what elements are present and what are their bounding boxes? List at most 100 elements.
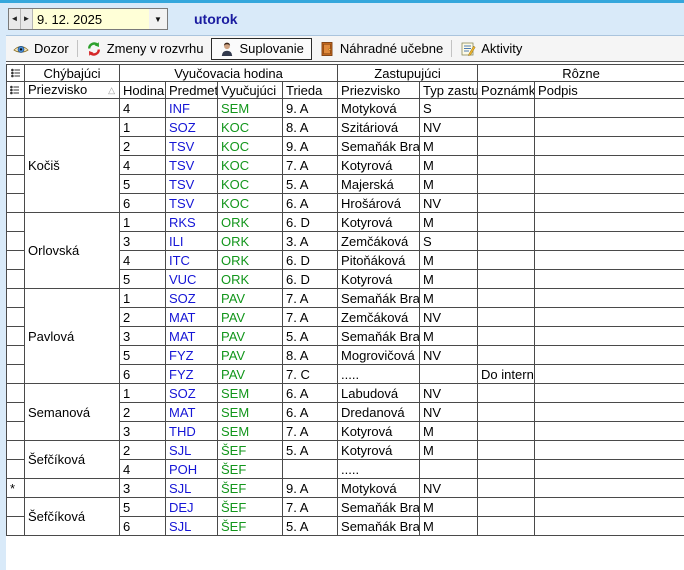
lesson-hour-cell[interactable]: 2 [120, 137, 166, 156]
column-header-poznmka[interactable]: Poznámka [478, 82, 535, 99]
note-cell[interactable] [478, 517, 535, 536]
teacher-code-cell[interactable]: SEM [218, 403, 283, 422]
subject-cell[interactable]: TSV [166, 194, 218, 213]
lesson-hour-cell[interactable]: 4 [120, 460, 166, 479]
signature-cell[interactable] [535, 498, 684, 517]
signature-cell[interactable] [535, 213, 684, 232]
note-cell[interactable] [478, 403, 535, 422]
subject-cell[interactable]: DEJ [166, 498, 218, 517]
lesson-hour-cell[interactable]: 1 [120, 213, 166, 232]
substitution-type-cell[interactable]: M [420, 137, 478, 156]
class-cell[interactable]: 7. A [283, 498, 338, 517]
absent-teacher-cell[interactable] [25, 479, 120, 498]
tab-zmeny-v-rozvrhu[interactable]: Zmeny v rozvrhu [79, 39, 211, 59]
subject-cell[interactable]: SJL [166, 479, 218, 498]
substitution-type-cell[interactable]: M [420, 175, 478, 194]
substitute-cell[interactable]: Semaňák Brar [338, 289, 420, 308]
class-cell[interactable]: 5. A [283, 441, 338, 460]
signature-cell[interactable] [535, 327, 684, 346]
signature-cell[interactable] [535, 232, 684, 251]
row-selector-cell[interactable] [7, 232, 25, 251]
lesson-hour-cell[interactable]: 1 [120, 118, 166, 137]
class-cell[interactable]: 6. D [283, 251, 338, 270]
row-selector-cell[interactable] [7, 175, 25, 194]
class-cell[interactable]: 5. A [283, 175, 338, 194]
substitution-type-cell[interactable] [420, 460, 478, 479]
tab-suplovanie[interactable]: Suplovanie [211, 38, 312, 60]
row-selector-cell[interactable] [7, 498, 25, 517]
class-cell[interactable]: 6. D [283, 213, 338, 232]
note-cell[interactable] [478, 498, 535, 517]
subject-cell[interactable]: FYZ [166, 365, 218, 384]
lesson-hour-cell[interactable]: 3 [120, 327, 166, 346]
row-selector-cell[interactable] [7, 346, 25, 365]
subject-cell[interactable]: SOZ [166, 118, 218, 137]
subject-cell[interactable]: SOZ [166, 384, 218, 403]
lesson-hour-cell[interactable]: 5 [120, 498, 166, 517]
subject-cell[interactable]: TSV [166, 175, 218, 194]
teacher-code-cell[interactable]: KOC [218, 118, 283, 137]
absent-teacher-cell[interactable]: Šefčíková [25, 441, 120, 479]
teacher-code-cell[interactable]: ORK [218, 213, 283, 232]
signature-cell[interactable] [535, 194, 684, 213]
class-cell[interactable]: 7. A [283, 422, 338, 441]
subject-cell[interactable]: SJL [166, 517, 218, 536]
lesson-hour-cell[interactable]: 4 [120, 251, 166, 270]
note-cell[interactable] [478, 346, 535, 365]
class-cell[interactable]: 7. A [283, 289, 338, 308]
note-cell[interactable] [478, 441, 535, 460]
lesson-hour-cell[interactable]: 2 [120, 441, 166, 460]
row-selector-cell[interactable] [7, 422, 25, 441]
class-cell[interactable]: 6. A [283, 403, 338, 422]
teacher-code-cell[interactable]: KOC [218, 156, 283, 175]
substitute-cell[interactable]: Kotyrová [338, 270, 420, 289]
subject-cell[interactable]: INF [166, 99, 218, 118]
row-selector-cell[interactable] [7, 289, 25, 308]
row-selector-cell[interactable] [7, 365, 25, 384]
absent-teacher-cell[interactable]: Šefčíková [25, 498, 120, 536]
substitution-type-cell[interactable]: NV [420, 403, 478, 422]
column-header-typzastup[interactable]: Typ zastup [420, 82, 478, 99]
signature-cell[interactable] [535, 422, 684, 441]
signature-cell[interactable] [535, 308, 684, 327]
note-cell[interactable] [478, 308, 535, 327]
row-selector-cell[interactable] [7, 270, 25, 289]
column-header-hodina[interactable]: Hodina [120, 82, 166, 99]
substitute-cell[interactable]: Mogrovičová [338, 346, 420, 365]
class-cell[interactable]: 7. A [283, 308, 338, 327]
date-next-button[interactable]: ► [21, 9, 33, 29]
lesson-hour-cell[interactable]: 3 [120, 232, 166, 251]
lesson-hour-cell[interactable]: 6 [120, 517, 166, 536]
column-header-trieda[interactable]: Trieda [283, 82, 338, 99]
note-cell[interactable] [478, 251, 535, 270]
class-cell[interactable]: 7. A [283, 156, 338, 175]
note-cell[interactable] [478, 232, 535, 251]
signature-cell[interactable] [535, 346, 684, 365]
substitute-cell[interactable]: Labudová [338, 384, 420, 403]
date-picker[interactable]: ◄ ► 9. 12. 2025 ▼ [8, 8, 168, 30]
signature-cell[interactable] [535, 289, 684, 308]
substitute-cell[interactable]: Majerská [338, 175, 420, 194]
teacher-code-cell[interactable]: SEM [218, 422, 283, 441]
substitute-cell[interactable]: Dredanová [338, 403, 420, 422]
substitution-type-cell[interactable] [420, 365, 478, 384]
row-selector-cell[interactable] [7, 213, 25, 232]
lesson-hour-cell[interactable]: 6 [120, 365, 166, 384]
teacher-code-cell[interactable]: ORK [218, 232, 283, 251]
note-cell[interactable] [478, 270, 535, 289]
row-selector-cell[interactable]: * [7, 479, 25, 498]
teacher-code-cell[interactable]: KOC [218, 137, 283, 156]
column-header-predmet[interactable]: Predmet [166, 82, 218, 99]
substitution-type-cell[interactable]: M [420, 251, 478, 270]
substitute-cell[interactable]: Kotyrová [338, 422, 420, 441]
teacher-code-cell[interactable]: PAV [218, 308, 283, 327]
substitute-cell[interactable]: Kotyrová [338, 156, 420, 175]
subject-cell[interactable]: MAT [166, 327, 218, 346]
substitute-cell[interactable]: Zemčáková [338, 232, 420, 251]
row-selector-cell[interactable] [7, 441, 25, 460]
teacher-code-cell[interactable]: PAV [218, 327, 283, 346]
signature-cell[interactable] [535, 517, 684, 536]
class-cell[interactable]: 8. A [283, 118, 338, 137]
teacher-code-cell[interactable]: ŠEF [218, 498, 283, 517]
teacher-code-cell[interactable]: SEM [218, 99, 283, 118]
